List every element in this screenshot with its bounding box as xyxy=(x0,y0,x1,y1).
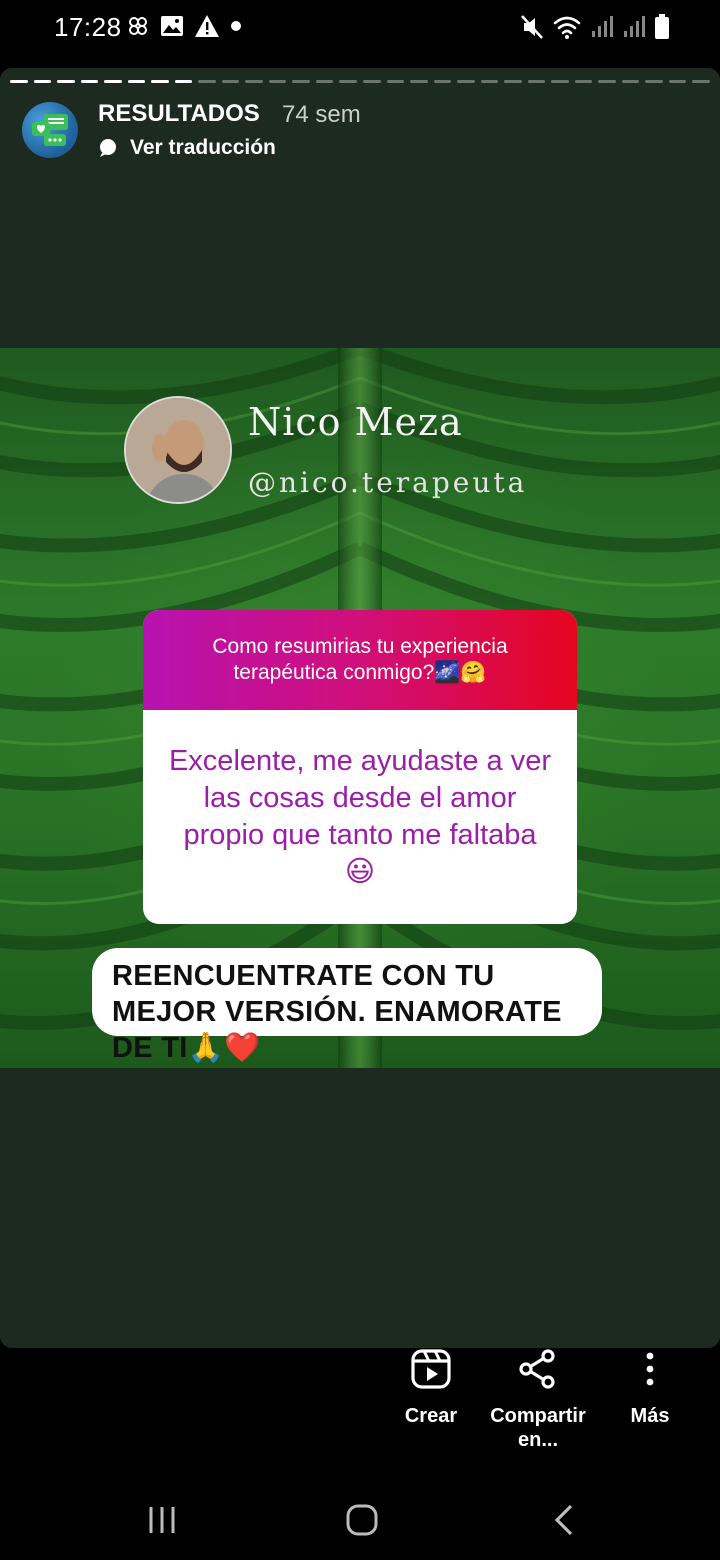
progress-segment xyxy=(268,80,287,83)
therapist-name: Nico Meza xyxy=(248,400,463,444)
more-vertical-icon xyxy=(646,1352,654,1386)
signal-icon xyxy=(592,16,613,37)
person-photo xyxy=(126,398,230,502)
create-button[interactable]: Crear xyxy=(396,1348,466,1428)
gallery-icon xyxy=(161,16,183,36)
progress-segment xyxy=(598,80,616,83)
progress-segment xyxy=(645,80,663,83)
status-bar: 17:28 xyxy=(0,0,720,58)
progress-segment xyxy=(10,80,28,83)
caption-box: REENCUENTRATE CON TU MEJOR VERSIÓN. ENAM… xyxy=(92,948,602,1064)
progress-segment xyxy=(621,80,640,83)
story-card[interactable]: RESULTADOS 74 sem Ver traducción Nico Me… xyxy=(0,68,720,1348)
progress-segment xyxy=(668,80,687,83)
home-button[interactable] xyxy=(332,1498,392,1542)
warning-icon xyxy=(195,15,219,37)
account-name[interactable]: RESULTADOS xyxy=(98,100,260,128)
share-icon xyxy=(519,1349,555,1389)
reels-icon xyxy=(411,1349,451,1389)
create-label: Crear xyxy=(404,1405,458,1427)
chat-logo-icon xyxy=(32,114,68,146)
account-avatar[interactable] xyxy=(22,102,78,158)
progress-segment xyxy=(33,80,52,83)
status-right-icons xyxy=(520,14,670,40)
progress-segment xyxy=(315,80,334,83)
more-label: Más xyxy=(630,1405,670,1427)
question-header: Como resumirias tu experiencia terapéuti… xyxy=(143,610,577,710)
story-image: Nico Meza @nico.terapeuta Como resumiria… xyxy=(0,348,720,1068)
progress-segment xyxy=(174,80,193,83)
progress-segment xyxy=(245,80,263,83)
answer-area: Excelente, me ayudaste a ver las cosas d… xyxy=(143,710,577,924)
progress-segment xyxy=(339,80,357,83)
question-text: Como resumirias tu experiencia terapéuti… xyxy=(212,635,508,684)
progress-segment xyxy=(198,80,216,83)
share-button[interactable]: Compartir en... xyxy=(486,1348,590,1452)
progress-segment xyxy=(57,80,75,83)
share-label: Compartir en... xyxy=(490,1405,586,1451)
progress-segment xyxy=(386,80,405,83)
wifi-icon xyxy=(553,16,581,39)
profile-photo xyxy=(124,396,232,504)
progress-segment xyxy=(292,80,310,83)
back-button[interactable] xyxy=(534,1498,594,1542)
progress-segment xyxy=(362,80,381,83)
recent-apps-button[interactable] xyxy=(132,1498,192,1542)
story-actions: Crear Compartir en... Más xyxy=(0,1348,720,1468)
answer-text: Excelente, me ayudaste a ver las cosas d… xyxy=(168,745,552,888)
progress-segment xyxy=(127,80,146,83)
battery-icon xyxy=(655,14,669,39)
progress-segment xyxy=(410,80,428,83)
progress-segment xyxy=(457,80,475,83)
progress-segment xyxy=(480,80,499,83)
mute-icon xyxy=(521,15,543,39)
back-icon xyxy=(554,1504,573,1536)
therapist-handle: @nico.terapeuta xyxy=(248,466,528,499)
dot-icon xyxy=(231,21,241,31)
progress-segment xyxy=(527,80,546,83)
story-progress xyxy=(10,80,710,84)
progress-segment xyxy=(551,80,569,83)
translate-link[interactable]: Ver traducción xyxy=(98,136,276,160)
signal-icon xyxy=(624,16,645,37)
post-time: 74 sem xyxy=(282,101,361,128)
progress-segment xyxy=(151,80,169,83)
progress-segment xyxy=(221,80,240,83)
progress-segment xyxy=(574,80,593,83)
progress-segment xyxy=(692,80,710,83)
status-time: 17:28 xyxy=(54,12,122,42)
more-button[interactable]: Más xyxy=(620,1348,680,1428)
progress-segment xyxy=(504,80,522,83)
system-nav-bar xyxy=(0,1480,720,1560)
progress-segment xyxy=(80,80,99,83)
progress-segment xyxy=(433,80,452,83)
translate-label: Ver traducción xyxy=(130,136,276,159)
translate-icon xyxy=(100,139,116,157)
home-icon xyxy=(346,1504,378,1536)
question-sticker: Como resumirias tu experiencia terapéuti… xyxy=(143,610,577,924)
recent-apps-icon xyxy=(149,1507,175,1533)
status-left-icons xyxy=(126,14,242,38)
pinwheel-icon xyxy=(129,17,147,35)
progress-segment xyxy=(104,80,122,83)
